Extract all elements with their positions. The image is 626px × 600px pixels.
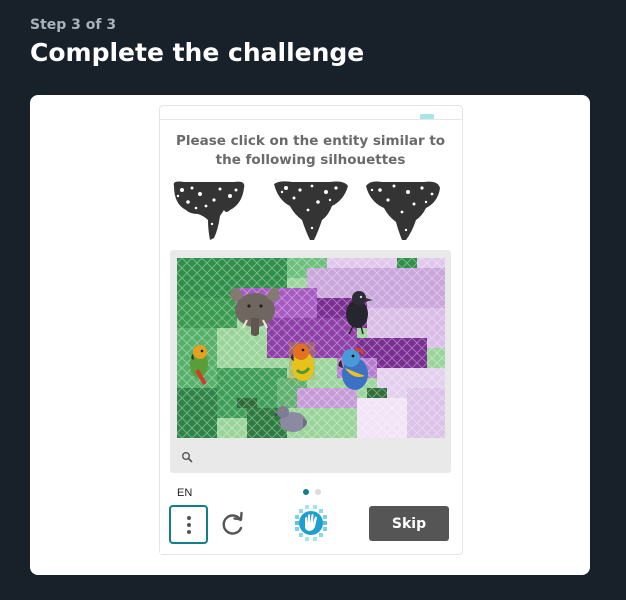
challenge-prompt: Please click on the entity similar to th… bbox=[175, 133, 446, 168]
parrot-object-2 bbox=[289, 342, 315, 381]
language-selector[interactable]: EN bbox=[177, 487, 192, 499]
step-indicator: Step 3 of 3 bbox=[30, 17, 117, 33]
challenge-image[interactable] bbox=[177, 258, 445, 438]
challenge-image-frame bbox=[170, 250, 451, 473]
elephant-silhouette-3 bbox=[366, 181, 440, 240]
hand-logo-icon bbox=[295, 505, 327, 541]
page-title: Complete the challenge bbox=[30, 38, 365, 67]
page-dot-inactive bbox=[315, 489, 321, 495]
page-dot-active bbox=[303, 489, 309, 495]
search-icon[interactable] bbox=[181, 451, 193, 463]
skip-button[interactable]: Skip bbox=[369, 506, 449, 541]
captcha-widget: Please click on the entity similar to th… bbox=[160, 119, 461, 554]
refresh-icon[interactable] bbox=[220, 511, 246, 537]
more-vertical-icon[interactable] bbox=[169, 505, 208, 544]
elephant-silhouette-1 bbox=[173, 181, 245, 240]
elephant-silhouette-2 bbox=[274, 181, 348, 240]
